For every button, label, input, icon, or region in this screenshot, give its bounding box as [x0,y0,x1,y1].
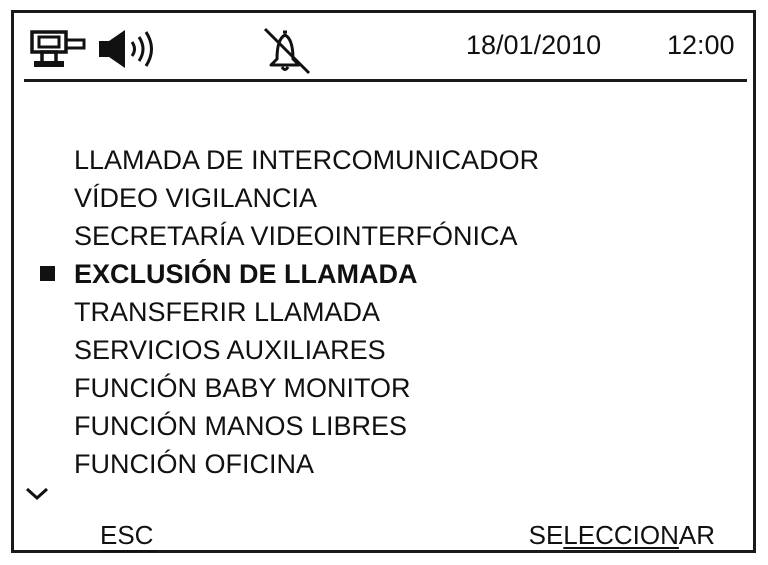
select-softkey[interactable]: SELECCIONAR [529,520,715,551]
menu-item-label: FUNCIÓN OFICINA [74,449,314,479]
status-divider [24,79,747,82]
menu-item-label: FUNCIÓN MANOS LIBRES [74,411,408,441]
status-time: 12:00 [667,30,735,60]
esc-softkey[interactable]: ESC [100,520,158,552]
menu-item-office-function[interactable]: FUNCIÓN OFICINA [14,445,753,483]
menu-item-label: SECRETARÍA VIDEOINTERFÓNICA [74,221,518,251]
menu-item-label: SERVICIOS AUXILIARES [74,335,386,365]
menu-item-video-answering[interactable]: SECRETARÍA VIDEOINTERFÓNICA [14,217,753,255]
menu-item-label: TRANSFERIR LLAMADA [74,297,381,327]
menu-item-label: EXCLUSIÓN DE LLAMADA [74,259,418,289]
menu-item-label: VÍDEO VIGILANCIA [74,183,318,213]
menu-item-intercom-call[interactable]: LLAMADA DE INTERCOMUNICADOR [14,141,753,179]
menu-item-label: LLAMADA DE INTERCOMUNICADOR [74,145,540,175]
speaker-volume-icon [97,27,169,76]
menu-item-video-surveillance[interactable]: VÍDEO VIGILANCIA [14,179,753,217]
main-menu: LLAMADA DE INTERCOMUNICADOR VÍDEO VIGILA… [14,141,753,483]
menu-item-auxiliary-services[interactable]: SERVICIOS AUXILIARES [14,331,753,369]
menu-item-label: FUNCIÓN BABY MONITOR [74,373,411,403]
display-screen: 18/01/2010 12:00 LLAMADA DE INTERCOMUNIC… [11,10,756,553]
select-label-start: SE [528,520,564,550]
menu-item-call-exclusion[interactable]: EXCLUSIÓN DE LLAMADA [14,255,753,293]
select-label-end: AR [678,520,715,550]
status-date: 18/01/2010 [466,30,602,60]
intercom-icon [30,30,90,75]
select-label-underlined: LECCION [563,520,679,550]
bell-muted-icon [249,25,321,80]
status-bar: 18/01/2010 12:00 [14,13,753,83]
menu-item-transfer-call[interactable]: TRANSFERIR LLAMADA [14,293,753,331]
esc-label: ESC [100,520,158,552]
menu-item-baby-monitor[interactable]: FUNCIÓN BABY MONITOR [14,369,753,407]
selection-marker-icon [40,266,55,281]
menu-item-hands-free[interactable]: FUNCIÓN MANOS LIBRES [14,407,753,445]
chevron-down-icon[interactable] [24,485,50,508]
